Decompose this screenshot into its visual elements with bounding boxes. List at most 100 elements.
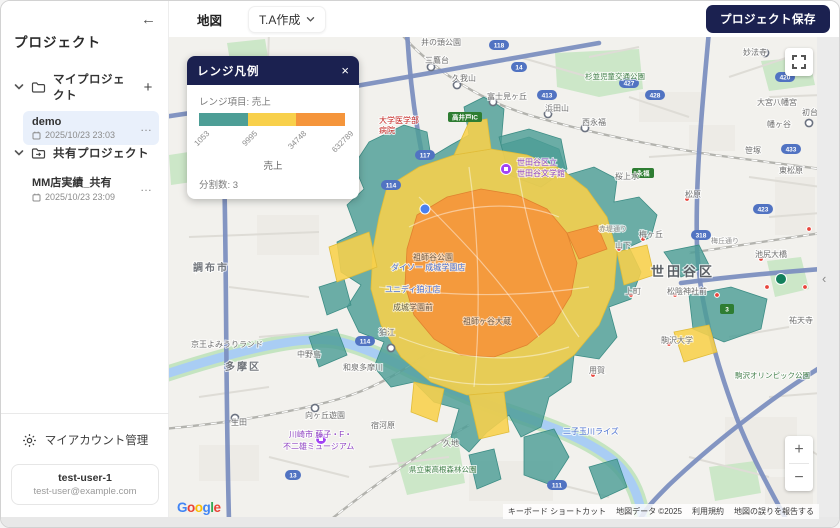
map-label: 用賀 bbox=[589, 365, 605, 375]
sidebar-collapse-icon[interactable]: ← bbox=[141, 11, 156, 28]
map-data-copyright: 地図データ ©2025 bbox=[616, 506, 682, 517]
map-label: 中野島 bbox=[297, 349, 321, 359]
tab-map[interactable]: 地図 bbox=[197, 10, 222, 29]
legend-tick: 34748 bbox=[286, 129, 308, 151]
ta-create-dropdown[interactable]: T.A作成 bbox=[248, 6, 326, 33]
project-menu-button[interactable]: … bbox=[140, 120, 153, 134]
map-label: 浜田山 bbox=[545, 103, 569, 113]
zoom-in-button[interactable]: + bbox=[785, 436, 813, 463]
fullscreen-icon bbox=[792, 55, 806, 69]
map-zoom-control: + − bbox=[785, 436, 813, 491]
map-label: 三鷹台 bbox=[425, 55, 449, 65]
map-label: 妙法寺 bbox=[743, 47, 767, 57]
legend-axis-label: 売上 bbox=[199, 158, 347, 172]
project-menu-button[interactable]: … bbox=[140, 180, 153, 194]
calendar-icon bbox=[32, 193, 41, 202]
map-label: 病院 bbox=[379, 125, 395, 135]
map-label: 杉並児童交通公園 bbox=[585, 71, 645, 81]
user-name: test-user-1 bbox=[16, 472, 154, 484]
project-sidebar: ← プロジェクト マイプロジェクト + demo 2025/10/ bbox=[1, 1, 169, 519]
map-label: 久我山 bbox=[452, 73, 476, 83]
legend-header: レンジ凡例 × bbox=[187, 56, 359, 85]
station-dot-icon bbox=[803, 285, 808, 290]
legend-segment-low bbox=[199, 113, 248, 126]
map-label: 赤堤通り bbox=[599, 224, 627, 233]
project-name: MM店実績_共有 bbox=[32, 174, 137, 190]
panel-collapse-chevron[interactable]: ‹ bbox=[822, 271, 826, 286]
map-label: 大宮八幡宮 bbox=[757, 97, 797, 107]
account-management-label: マイアカウント管理 bbox=[45, 432, 149, 448]
svg-text:高井戸IC: 高井戸IC bbox=[452, 113, 478, 122]
map-label: 富士見ヶ丘 bbox=[487, 91, 527, 101]
map-label: 調布市 bbox=[193, 261, 229, 274]
map-label: 祐天寺 bbox=[789, 315, 813, 325]
svg-text:413: 413 bbox=[542, 93, 553, 100]
map-label: 松原 bbox=[685, 189, 701, 199]
shared-projects-section: 共有プロジェクト MM店実績_共有 2025/10/23 23:09 … bbox=[1, 141, 169, 207]
map-label: 上町 bbox=[625, 287, 641, 296]
map-label: 向ヶ丘遊園 bbox=[305, 410, 345, 420]
map-label: 宿河原 bbox=[371, 420, 395, 430]
map-label: 狛江 bbox=[379, 327, 395, 337]
map-label: 桜上水 bbox=[615, 171, 639, 181]
account-management-button[interactable]: マイアカウント管理 bbox=[11, 432, 159, 448]
my-projects-label: マイプロジェクト bbox=[53, 71, 132, 103]
map-label: 東松原 bbox=[779, 165, 803, 175]
station-dot-icon bbox=[807, 227, 812, 232]
map-label: 成城学園前 bbox=[393, 302, 433, 312]
road-shield: 14 bbox=[511, 62, 527, 72]
map-label: 山下 bbox=[615, 240, 631, 250]
map-label: 世田谷区立 bbox=[517, 157, 557, 167]
map-label: 池尻大橋 bbox=[755, 249, 787, 259]
user-card[interactable]: test-user-1 test-user@example.com bbox=[11, 464, 159, 505]
map-label: 駒沢大学 bbox=[661, 335, 693, 345]
my-projects-header[interactable]: マイプロジェクト + bbox=[1, 67, 169, 107]
project-item-demo[interactable]: demo 2025/10/23 23:03 … bbox=[23, 111, 159, 145]
svg-text:114: 114 bbox=[360, 339, 371, 346]
station-icon bbox=[805, 119, 812, 126]
shared-projects-label: 共有プロジェクト bbox=[53, 145, 157, 161]
keyboard-shortcuts-link[interactable]: キーボード ショートカット bbox=[508, 506, 606, 517]
add-project-button[interactable]: + bbox=[139, 79, 157, 96]
google-logo[interactable]: Google bbox=[177, 500, 221, 515]
legend-title: レンジ凡例 bbox=[197, 63, 260, 79]
map-label: 駒沢オリンピック公園 bbox=[735, 370, 810, 380]
road-shield: 114 bbox=[381, 180, 401, 190]
park-poi-icon bbox=[776, 274, 787, 285]
svg-text:318: 318 bbox=[696, 233, 707, 240]
station-dot-icon bbox=[715, 293, 720, 298]
map-label: 和泉多摩川 bbox=[343, 362, 383, 372]
report-error-link[interactable]: 地図の誤りを報告する bbox=[734, 506, 814, 517]
map-label: 初台 bbox=[802, 107, 818, 117]
map-label: ユニディ狛江店 bbox=[385, 284, 440, 294]
fullscreen-button[interactable] bbox=[785, 48, 813, 76]
map-label: 祖師谷公園 bbox=[413, 252, 453, 262]
legend-body: レンジ項目: 売上 1053 9995 34748 632789 売上 分割数:… bbox=[187, 85, 359, 199]
legend-tick: 9995 bbox=[240, 129, 259, 148]
svg-text:111: 111 bbox=[552, 483, 563, 490]
map-canvas[interactable]: 2014118413427428420433114117318423114131… bbox=[169, 37, 819, 519]
close-icon[interactable]: × bbox=[341, 64, 349, 77]
map-label: 笹塚 bbox=[745, 145, 761, 155]
shared-projects-header[interactable]: 共有プロジェクト bbox=[1, 141, 169, 165]
road-shield: 117 bbox=[415, 150, 435, 160]
road-shield: 413 bbox=[537, 90, 557, 100]
road-shield: 433 bbox=[781, 144, 801, 154]
svg-text:423: 423 bbox=[758, 207, 769, 214]
map-label: 二子玉川ライズ bbox=[563, 426, 619, 436]
map-label: 不二雄ミュージアム bbox=[283, 441, 354, 451]
road-shield: 111 bbox=[547, 480, 567, 490]
map-label: 西永福 bbox=[582, 117, 606, 127]
transit-poi-icon bbox=[420, 204, 430, 214]
zoom-out-button[interactable]: − bbox=[785, 464, 813, 491]
project-item-mm[interactable]: MM店実績_共有 2025/10/23 23:09 … bbox=[23, 169, 159, 207]
terms-link[interactable]: 利用規約 bbox=[692, 506, 724, 517]
legend-color-bar bbox=[199, 113, 345, 126]
save-project-button[interactable]: プロジェクト保存 bbox=[706, 5, 830, 33]
map-label: 世田谷区 bbox=[651, 264, 715, 279]
legend-ticks: 1053 9995 34748 632789 bbox=[199, 126, 345, 160]
road-shield: 423 bbox=[753, 204, 773, 214]
shared-folder-icon bbox=[31, 147, 46, 160]
svg-text:427: 427 bbox=[624, 81, 635, 88]
map-label: 久地 bbox=[443, 438, 459, 448]
